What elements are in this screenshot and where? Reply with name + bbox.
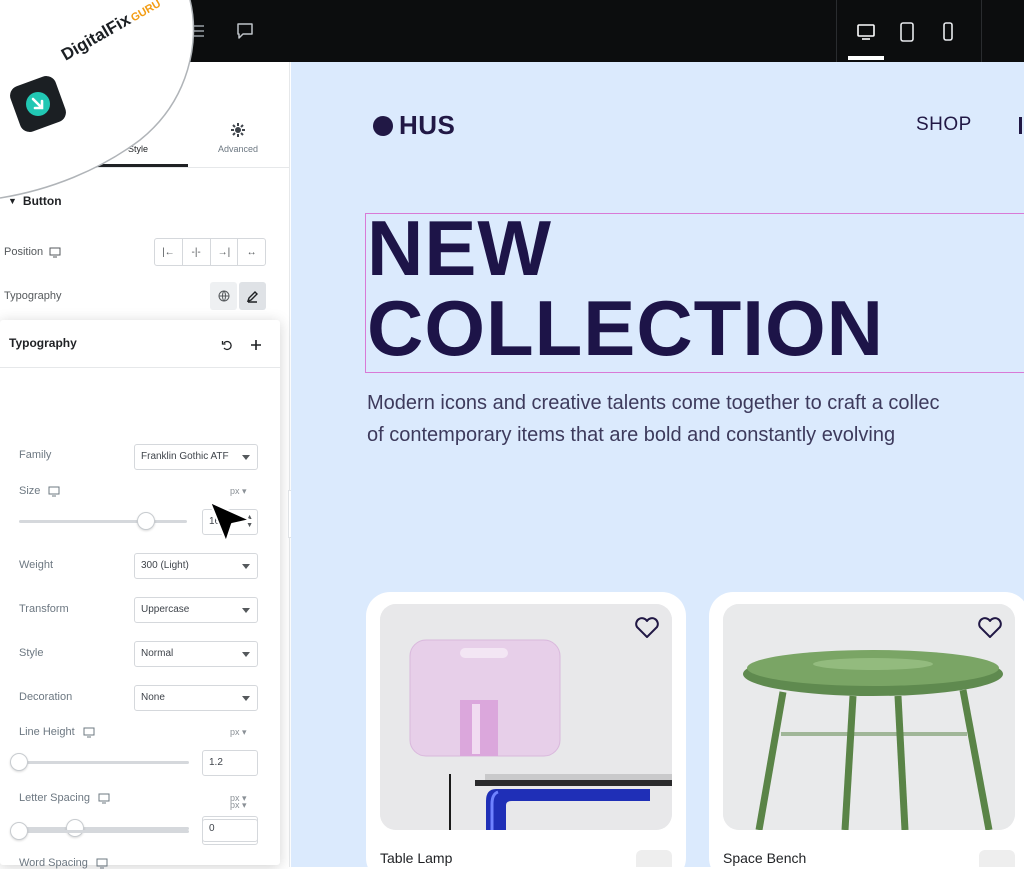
typography-controls (210, 282, 266, 310)
pencil-icon (246, 290, 258, 303)
position-start-button[interactable]: |← (155, 239, 183, 265)
size-unit: px (230, 486, 240, 496)
hero-description: Modern icons and creative talents come t… (367, 387, 1024, 451)
word-spacing-slider-track[interactable] (19, 830, 189, 833)
size-row-label: Size (19, 485, 60, 497)
chevron-down-icon (242, 652, 250, 657)
heart-icon[interactable] (977, 616, 1003, 640)
logo-text: HUS (399, 110, 456, 140)
position-center-button[interactable]: -|- (183, 239, 211, 265)
desktop-icon (48, 486, 60, 496)
line-height-value: 1.2 (209, 757, 223, 768)
word-spacing-input[interactable] (202, 819, 258, 845)
product-image-space-bench[interactable] (723, 604, 1015, 830)
letter-spacing-label: Letter Spacing (19, 792, 90, 804)
typography-popover: Typography Family Franklin Gothic ATF Si… (0, 320, 280, 869)
plus-icon[interactable] (245, 334, 267, 356)
site-logo[interactable]: HUS (373, 110, 455, 141)
line-height-unit: px (230, 727, 240, 737)
position-button-group: |← -|- →| ↔ (154, 238, 266, 266)
heart-icon[interactable] (634, 616, 660, 640)
desktop-icon[interactable] (852, 18, 880, 46)
nav-link-shop[interactable]: SHOP (916, 114, 972, 136)
desktop-icon (49, 247, 61, 257)
comment-icon[interactable] (232, 18, 258, 44)
font-style-select[interactable]: Normal (134, 641, 258, 667)
popover-title: Typography (9, 336, 77, 350)
chevron-down-icon (242, 455, 250, 460)
hero-line-1: NEW (367, 204, 552, 292)
desktop-icon (83, 727, 95, 737)
tab-advanced-label: Advanced (217, 144, 259, 154)
line-height-slider-track[interactable] (19, 761, 189, 764)
word-spacing-unit: px (230, 800, 240, 810)
word-spacing-unit-select[interactable]: px ▾ (230, 800, 247, 811)
size-slider-track[interactable] (19, 520, 187, 523)
letter-spacing-row-label: Letter Spacing (19, 792, 110, 804)
typography-label: Typography (4, 290, 62, 302)
edit-typography-button[interactable] (239, 282, 266, 310)
font-family-value: Franklin Gothic ATF (141, 451, 229, 462)
product-name[interactable]: Space Bench (723, 850, 806, 866)
hero-heading[interactable]: NEW COLLECTION (367, 208, 884, 368)
line-height-row-label: Line Height (19, 726, 95, 738)
text-transform-select[interactable]: Uppercase (134, 597, 258, 623)
font-weight-select[interactable]: 300 (Light) (134, 553, 258, 579)
font-style-value: Normal (141, 648, 174, 659)
style-label: Style (19, 647, 44, 659)
product-card[interactable]: Table Lamp (366, 592, 686, 867)
add-to-cart-button[interactable] (636, 850, 672, 867)
line-height-unit-select[interactable]: px ▾ (230, 727, 247, 738)
add-to-cart-button[interactable] (979, 850, 1015, 867)
transform-label: Transform (19, 603, 69, 615)
hero-line-2: COLLECTION (367, 284, 884, 372)
position-stretch-button[interactable]: ↔ (238, 239, 265, 265)
font-family-select[interactable]: Franklin Gothic ATF (134, 444, 258, 470)
size-slider-handle[interactable] (137, 512, 155, 530)
size-label: Size (19, 485, 41, 497)
font-weight-value: 300 (Light) (141, 560, 189, 571)
chevron-down-icon (242, 564, 250, 569)
page-preview-canvas: HUS SHOP NEW COLLECTION Modern icons and… (291, 62, 1024, 867)
mouse-cursor-icon (209, 501, 251, 543)
global-typography-button[interactable] (210, 282, 237, 310)
word-spacing-label: Word Spacing (19, 857, 88, 869)
position-end-button[interactable]: →| (211, 239, 239, 265)
chevron-down-icon (242, 608, 250, 613)
product-image-table-lamp[interactable] (380, 604, 672, 830)
weight-label: Weight (19, 559, 54, 571)
text-transform-value: Uppercase (141, 604, 190, 615)
word-spacing-row-label: Word Spacing (19, 857, 108, 869)
hero-description-line-1: Modern icons and creative talents come t… (367, 392, 940, 414)
popover-header: Typography (0, 320, 280, 368)
logo-dot-icon (373, 115, 393, 136)
family-label: Family (19, 449, 52, 461)
line-height-label: Line Height (19, 726, 75, 738)
letter-spacing-slider-handle[interactable] (66, 819, 84, 837)
active-device-indicator (848, 56, 884, 60)
product-name[interactable]: Table Lamp (380, 850, 452, 866)
tablet-icon[interactable] (893, 18, 921, 46)
product-card[interactable]: Space Bench (709, 592, 1024, 867)
mobile-icon[interactable] (934, 18, 962, 46)
size-unit-select[interactable]: px ▾ (230, 486, 247, 497)
position-label: Position (4, 246, 44, 258)
line-height-input[interactable]: 1.2 (202, 750, 258, 776)
position-row: Position (4, 246, 61, 258)
line-height-slider-handle[interactable] (10, 753, 28, 771)
typography-row: Typography (4, 290, 61, 302)
globe-icon (218, 290, 229, 302)
chevron-down-icon (242, 696, 250, 701)
text-decoration-select[interactable]: None (134, 685, 258, 711)
desktop-icon (98, 793, 110, 803)
reset-icon[interactable] (216, 334, 238, 356)
word-spacing-slider-handle[interactable] (10, 822, 28, 840)
gear-icon (231, 123, 245, 137)
hero-description-line-2: of contemporary items that are bold and … (367, 424, 896, 446)
nav-link-partial[interactable] (1019, 117, 1022, 134)
text-decoration-value: None (141, 692, 165, 703)
decoration-label: Decoration (19, 691, 73, 703)
